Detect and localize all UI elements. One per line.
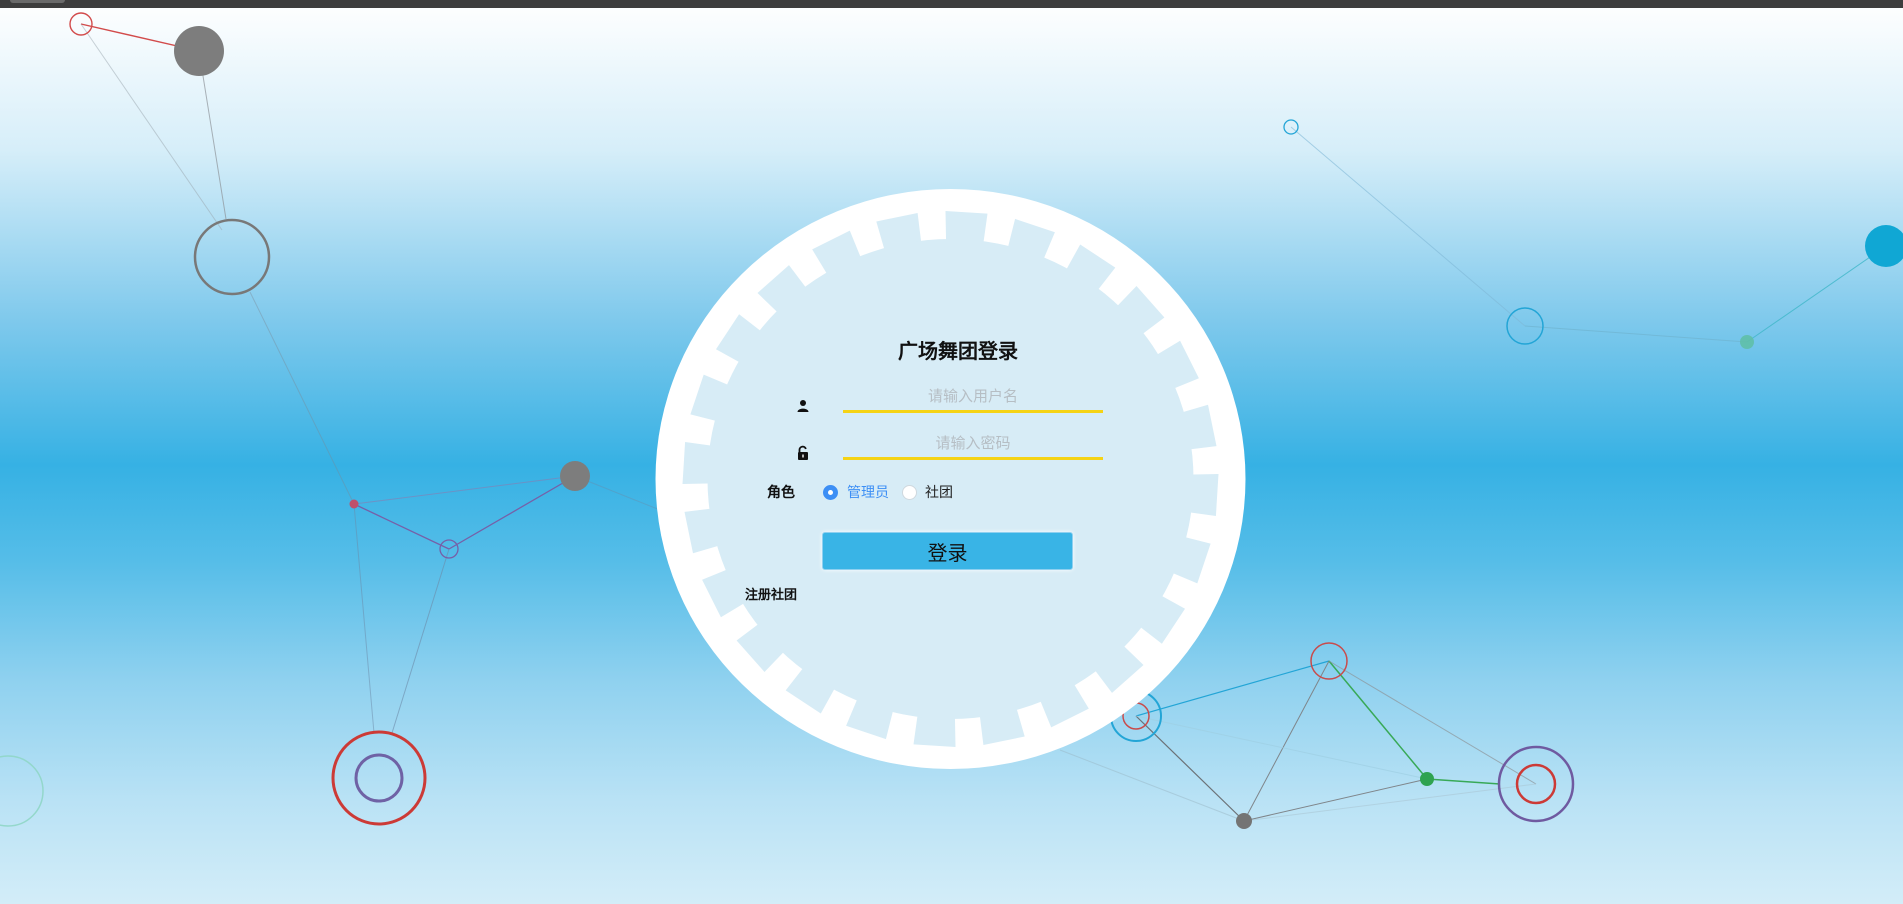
unlock-icon: [798, 445, 808, 460]
gear-login-panel: [655, 189, 1246, 769]
username-input[interactable]: [843, 383, 1103, 413]
gear-frame: [655, 189, 1246, 769]
login-button[interactable]: 登录: [822, 532, 1073, 570]
register-club-link[interactable]: 注册社团: [745, 584, 797, 603]
role-label: 角色: [767, 484, 795, 500]
password-input[interactable]: [843, 430, 1103, 460]
role-radio-admin[interactable]: [823, 485, 838, 500]
login-title: 广场舞团登录: [898, 341, 1018, 363]
role-label-admin: 管理员: [847, 484, 889, 500]
user-icon: [797, 400, 809, 412]
role-radio-club[interactable]: [902, 485, 917, 500]
role-label-club: 社团: [925, 484, 953, 500]
